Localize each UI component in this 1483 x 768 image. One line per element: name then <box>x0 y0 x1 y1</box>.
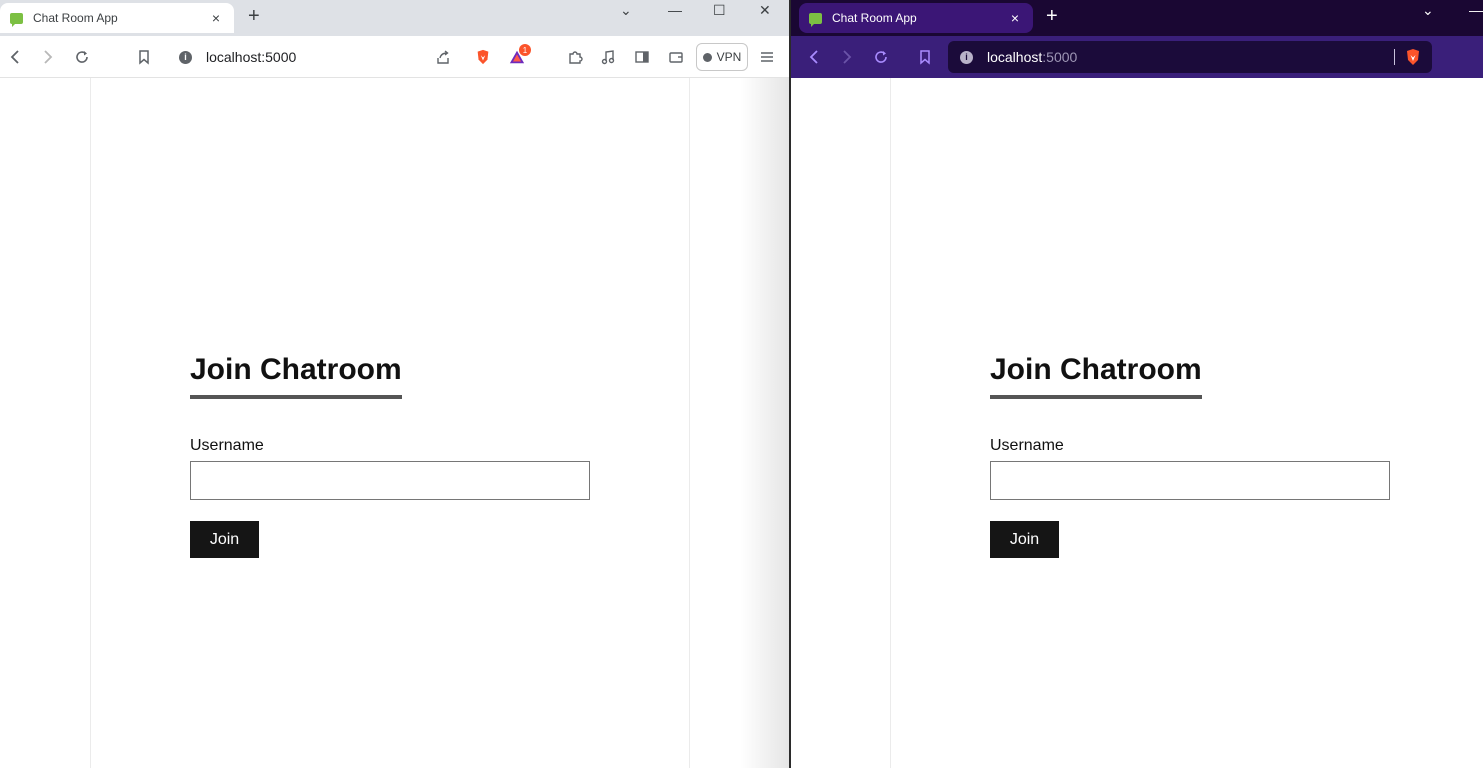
bookmark-icon[interactable] <box>915 47 935 67</box>
bookmark-icon[interactable] <box>134 47 154 67</box>
tab-title: Chat Room App <box>33 11 118 25</box>
menu-icon[interactable] <box>757 47 777 67</box>
vpn-status-icon <box>702 52 712 62</box>
tab-search-button[interactable]: ⌄ <box>620 2 632 19</box>
join-button[interactable]: Join <box>990 521 1059 558</box>
chat-favicon-icon <box>809 12 822 27</box>
forward-icon[interactable] <box>837 47 857 67</box>
close-window-button[interactable]: ✕ <box>759 2 771 19</box>
forward-icon[interactable] <box>38 47 58 67</box>
layout-guide-line <box>890 78 891 768</box>
minimize-button[interactable]: — <box>668 2 682 18</box>
username-label: Username <box>190 437 264 454</box>
layout-guide-line <box>689 78 690 768</box>
wallet-icon[interactable] <box>666 47 686 67</box>
browser-window-light: Chat Room App × + ⌄ — ☐ ✕ i localhost:50… <box>0 0 789 768</box>
layout-guide-line <box>90 78 91 768</box>
reload-icon[interactable] <box>871 47 891 67</box>
sidebar-icon[interactable] <box>632 47 652 67</box>
omnibox-separator <box>1394 49 1395 65</box>
page-title: Join Chatroom <box>990 353 1202 399</box>
share-icon[interactable] <box>433 47 453 67</box>
join-form: Join Chatroom Username Join <box>990 353 1390 558</box>
username-input[interactable] <box>190 461 590 500</box>
page-title: Join Chatroom <box>190 353 402 399</box>
tab-strip: Chat Room App × + ⌄ — <box>791 0 1483 36</box>
chat-favicon-icon <box>10 12 23 27</box>
tab-strip: Chat Room App × + ⌄ — ☐ ✕ <box>0 0 789 36</box>
address-bar[interactable]: i localhost:5000 <box>948 41 1432 73</box>
url-port: :5000 <box>1042 49 1078 65</box>
tab-close-button[interactable]: × <box>208 10 224 26</box>
minimize-button[interactable]: — <box>1469 2 1483 18</box>
vpn-button[interactable]: VPN <box>696 43 748 71</box>
new-tab-button[interactable]: + <box>1046 6 1058 26</box>
back-icon[interactable] <box>5 47 25 67</box>
url-host: localhost <box>987 49 1043 65</box>
tab-chat-room-app[interactable]: Chat Room App × <box>0 3 234 33</box>
toolbar: i localhost:5000 1 VPN <box>0 36 789 78</box>
brave-shields-icon[interactable] <box>1405 48 1421 66</box>
new-tab-button[interactable]: + <box>248 6 260 26</box>
notification-badge: 1 <box>519 44 531 56</box>
url-text: localhost:5000 <box>206 49 297 65</box>
page-content: Join Chatroom Username Join <box>791 78 1483 768</box>
username-input[interactable] <box>990 461 1390 500</box>
tab-close-button[interactable]: × <box>1007 10 1023 26</box>
tab-search-button[interactable]: ⌄ <box>1422 2 1434 19</box>
media-icon[interactable] <box>598 47 618 67</box>
page-content: Join Chatroom Username Join <box>0 78 789 768</box>
browser-window-private: Chat Room App × + ⌄ — i localhost:5000 <box>791 0 1483 768</box>
extensions-icon[interactable] <box>565 47 585 67</box>
site-info-icon[interactable]: i <box>179 50 192 64</box>
tab-title: Chat Room App <box>832 11 917 25</box>
join-button[interactable]: Join <box>190 521 259 558</box>
site-info-icon[interactable]: i <box>960 50 973 64</box>
brave-shields-icon[interactable] <box>473 47 493 67</box>
maximize-button[interactable]: ☐ <box>713 2 726 19</box>
reload-icon[interactable] <box>72 47 92 67</box>
toolbar: i localhost:5000 <box>791 36 1483 78</box>
back-icon[interactable] <box>804 47 824 67</box>
username-label: Username <box>990 437 1064 454</box>
join-form: Join Chatroom Username Join <box>190 353 590 558</box>
vpn-label: VPN <box>716 50 742 64</box>
tab-chat-room-app[interactable]: Chat Room App × <box>799 3 1033 33</box>
